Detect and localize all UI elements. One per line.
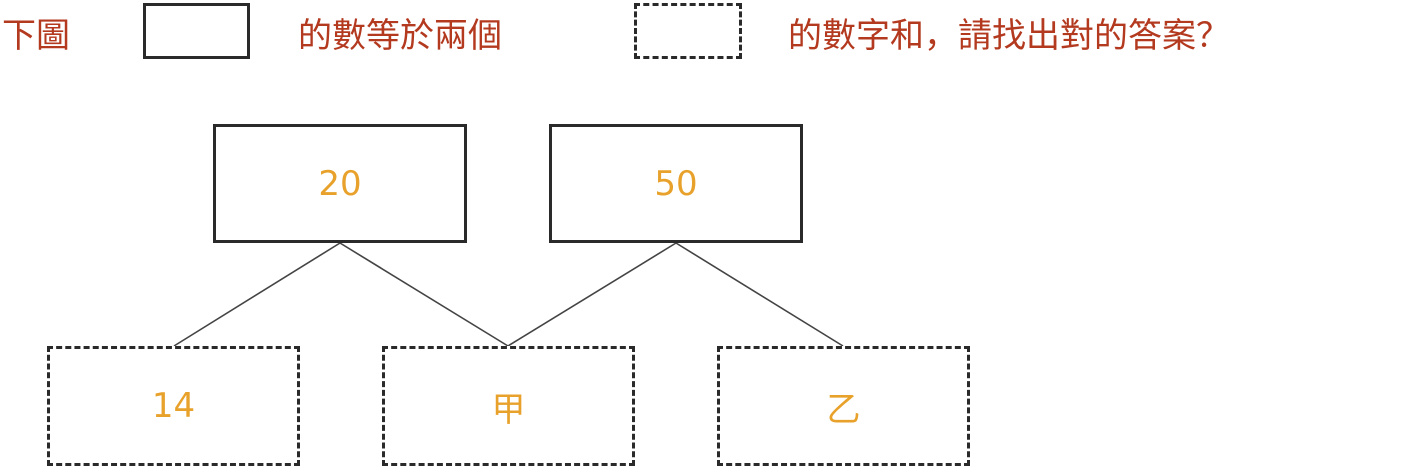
link-50-yi: [675, 242, 844, 347]
sum-value-left: 20: [318, 163, 362, 204]
addend-box-yi: 乙: [717, 346, 970, 466]
addend-box-1: 14: [47, 346, 300, 466]
addend-value-1: 14: [151, 386, 196, 426]
link-50-jia: [507, 242, 677, 347]
addend-value-jia: 甲: [491, 389, 526, 430]
link-20-14: [173, 242, 341, 347]
addend-box-jia: 甲: [382, 346, 635, 466]
sum-value-right: 50: [654, 163, 698, 204]
sum-box-left: 20: [213, 124, 467, 243]
link-20-jia: [339, 242, 509, 347]
sum-box-right: 50: [549, 124, 803, 243]
addend-value-yi: 乙: [826, 389, 861, 430]
